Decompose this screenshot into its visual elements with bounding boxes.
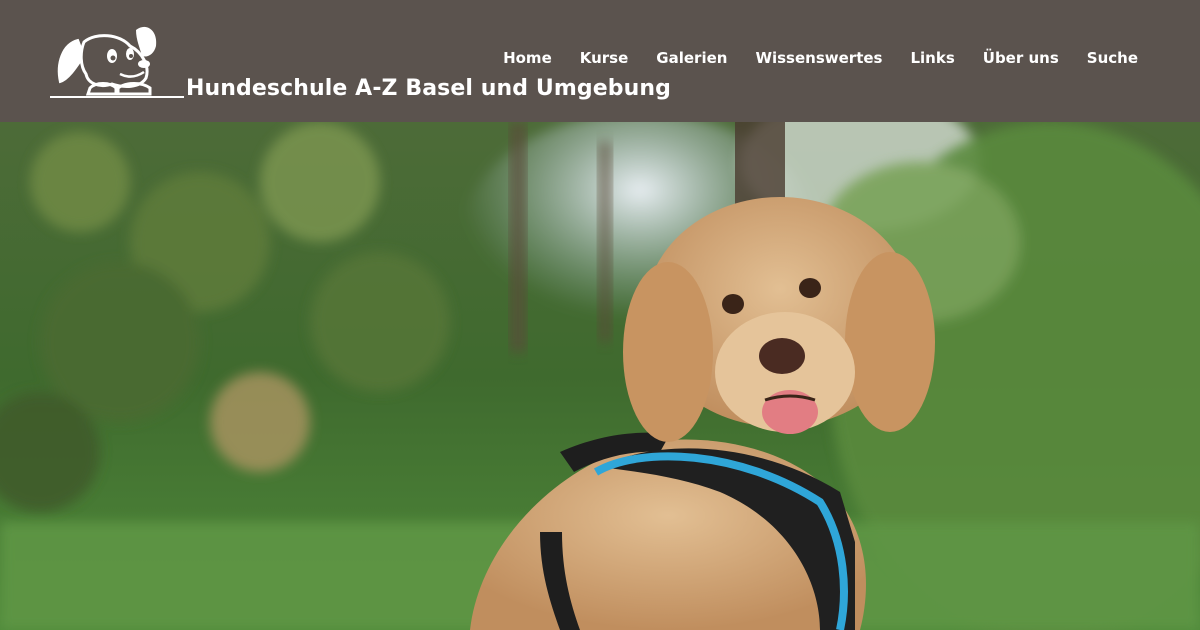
hero-image [0,122,1200,630]
nav-item-wissenswertes[interactable]: Wissenswertes [755,49,882,67]
nav-item-home[interactable]: Home [503,49,552,67]
nav-item-galerien[interactable]: Galerien [656,49,727,67]
nav-item-kurse[interactable]: Kurse [580,49,629,67]
site-header: Hundeschule A-Z Basel und Umgebung Home … [0,0,1200,122]
nav-item-suche[interactable]: Suche [1087,49,1138,67]
nav-item-ueber-uns[interactable]: Über uns [983,49,1059,67]
dog-photo [0,122,1200,630]
site-title[interactable]: Hundeschule A-Z Basel und Umgebung [186,76,671,101]
site-logo[interactable] [50,22,184,100]
dog-logo-icon [50,26,184,98]
main-nav: Home Kurse Galerien Wissenswertes Links … [503,49,1138,67]
nav-item-links[interactable]: Links [910,49,954,67]
